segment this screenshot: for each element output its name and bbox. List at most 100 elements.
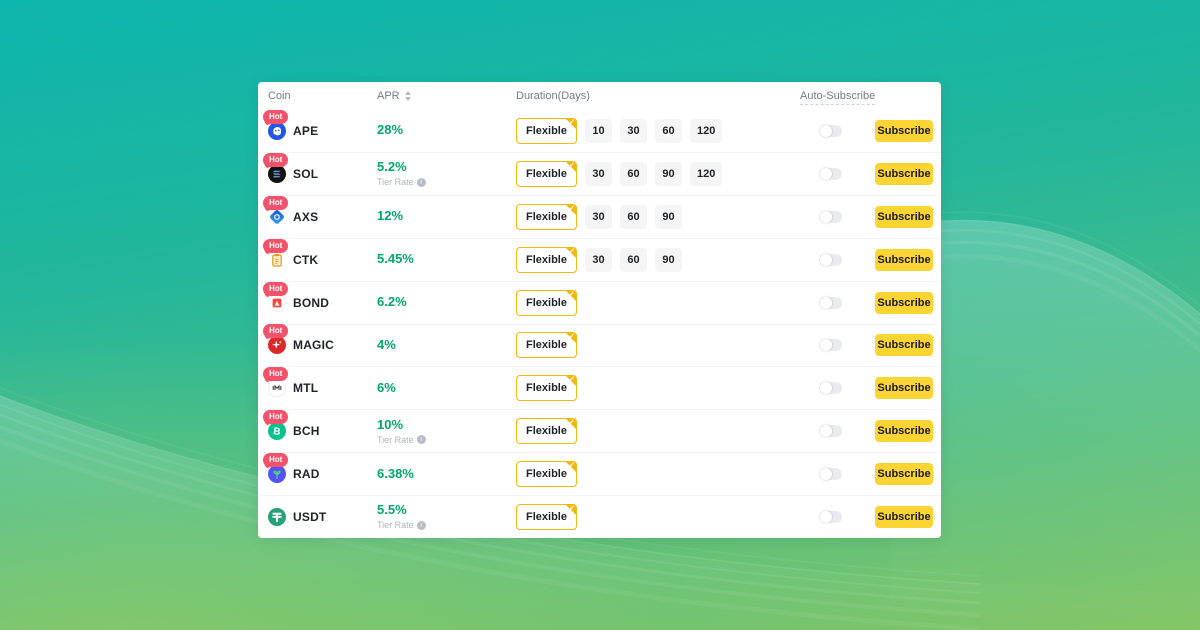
flexible-button[interactable]: Flexible✓ bbox=[516, 332, 577, 358]
flexible-button[interactable]: Flexible✓ bbox=[516, 504, 577, 530]
coin-cell: HotB BCH bbox=[268, 422, 377, 440]
apr-cell: 28% bbox=[377, 123, 516, 138]
duration-chip[interactable]: 60 bbox=[655, 119, 682, 143]
subscribe-button[interactable]: Subscribe bbox=[875, 120, 933, 142]
apr-cell: 5.2%Tier Ratei bbox=[377, 160, 516, 187]
flexible-button[interactable]: Flexible✓ bbox=[516, 204, 577, 230]
apr-cell: 5.45% bbox=[377, 252, 516, 267]
duration-chip[interactable]: 60 bbox=[620, 248, 647, 272]
duration-chip[interactable]: 30 bbox=[585, 162, 612, 186]
hot-badge: Hot bbox=[263, 282, 288, 296]
hot-badge: Hot bbox=[263, 453, 288, 467]
ape-icon: Hot bbox=[268, 122, 286, 140]
check-icon: ✓ bbox=[569, 504, 575, 512]
auto-subscribe-toggle[interactable] bbox=[820, 125, 842, 137]
duration-chip[interactable]: 30 bbox=[620, 119, 647, 143]
ctk-icon: Hot bbox=[268, 251, 286, 269]
apr-cell: 6% bbox=[377, 381, 516, 396]
duration-chip[interactable]: 10 bbox=[585, 119, 612, 143]
hot-badge: Hot bbox=[263, 410, 288, 424]
action-cell: Subscribe bbox=[869, 206, 933, 228]
auto-subscribe-cell bbox=[800, 425, 869, 437]
subscribe-button[interactable]: Subscribe bbox=[875, 163, 933, 185]
coin-cell: Hot RAD bbox=[268, 465, 377, 483]
flexible-button[interactable]: Flexible✓ bbox=[516, 161, 577, 187]
auto-subscribe-toggle[interactable] bbox=[820, 168, 842, 180]
action-cell: Subscribe bbox=[869, 463, 933, 485]
duration-chip[interactable]: 30 bbox=[585, 248, 612, 272]
duration-chip[interactable]: 30 bbox=[585, 205, 612, 229]
auto-subscribe-toggle[interactable] bbox=[820, 254, 842, 266]
coin-cell: Hot AXS bbox=[268, 208, 377, 226]
hot-badge: Hot bbox=[263, 153, 288, 167]
apr-value: 4% bbox=[377, 338, 516, 353]
apr-cell: 12% bbox=[377, 209, 516, 224]
usdt-icon bbox=[268, 508, 286, 526]
coin-cell: Hot BOND bbox=[268, 294, 377, 312]
duration-chip[interactable]: 90 bbox=[655, 248, 682, 272]
subscribe-button[interactable]: Subscribe bbox=[875, 206, 933, 228]
auto-subscribe-toggle[interactable] bbox=[820, 211, 842, 223]
duration-chip[interactable]: 120 bbox=[690, 119, 722, 143]
apr-cell: 4% bbox=[377, 338, 516, 353]
table-rows: Hot APE 28% Flexible✓ 10 30 60 120 Subscrib… bbox=[258, 110, 941, 538]
rad-icon: Hot bbox=[268, 465, 286, 483]
hot-badge: Hot bbox=[263, 196, 288, 210]
auto-subscribe-cell bbox=[800, 125, 869, 137]
duration-cell: Flexible✓ bbox=[516, 375, 800, 401]
auto-subscribe-toggle[interactable] bbox=[820, 339, 842, 351]
table-row: Hot SOL 5.2%Tier Ratei Flexible✓ 30 60 90 1… bbox=[258, 153, 941, 196]
duration-chip[interactable]: 60 bbox=[620, 162, 647, 186]
subscribe-button[interactable]: Subscribe bbox=[875, 292, 933, 314]
apr-value: 5.45% bbox=[377, 252, 516, 267]
duration-cell: Flexible✓ 30 60 90 bbox=[516, 204, 800, 230]
coin-cell: Hot CTK bbox=[268, 251, 377, 269]
flexible-button[interactable]: Flexible✓ bbox=[516, 418, 577, 444]
info-icon[interactable]: i bbox=[417, 178, 426, 187]
duration-cell: Flexible✓ 10 30 60 120 bbox=[516, 118, 800, 144]
coin-label: APE bbox=[293, 124, 318, 138]
sort-icon[interactable] bbox=[405, 91, 411, 101]
flexible-button[interactable]: Flexible✓ bbox=[516, 461, 577, 487]
flexible-button[interactable]: Flexible✓ bbox=[516, 118, 577, 144]
tier-rate-label: Tier Ratei bbox=[377, 435, 516, 445]
info-icon[interactable]: i bbox=[417, 435, 426, 444]
coin-label: SOL bbox=[293, 167, 318, 181]
table-row: Hot AXS 12% Flexible✓ 30 60 90 Subscribe bbox=[258, 196, 941, 239]
subscribe-button[interactable]: Subscribe bbox=[875, 463, 933, 485]
duration-chip[interactable]: 90 bbox=[655, 205, 682, 229]
hot-badge: Hot bbox=[263, 239, 288, 253]
flexible-button[interactable]: Flexible✓ bbox=[516, 375, 577, 401]
auto-subscribe-toggle[interactable] bbox=[820, 511, 842, 523]
duration-chip[interactable]: 60 bbox=[620, 205, 647, 229]
check-icon: ✓ bbox=[569, 375, 575, 383]
info-icon[interactable]: i bbox=[417, 521, 426, 530]
subscribe-button[interactable]: Subscribe bbox=[875, 377, 933, 399]
subscribe-button[interactable]: Subscribe bbox=[875, 334, 933, 356]
check-icon: ✓ bbox=[569, 118, 575, 126]
duration-cell: Flexible✓ 30 60 90 bbox=[516, 247, 800, 273]
coin-cell: USDT bbox=[268, 508, 377, 526]
apr-value: 6.38% bbox=[377, 467, 516, 482]
duration-chip[interactable]: 90 bbox=[655, 162, 682, 186]
subscribe-button[interactable]: Subscribe bbox=[875, 249, 933, 271]
auto-subscribe-cell bbox=[800, 511, 869, 523]
subscribe-button[interactable]: Subscribe bbox=[875, 420, 933, 442]
duration-chip[interactable]: 120 bbox=[690, 162, 722, 186]
apr-value: 6% bbox=[377, 381, 516, 396]
subscribe-button[interactable]: Subscribe bbox=[875, 506, 933, 528]
auto-subscribe-toggle[interactable] bbox=[820, 382, 842, 394]
header-coin: Coin bbox=[268, 90, 377, 102]
action-cell: Subscribe bbox=[869, 292, 933, 314]
auto-subscribe-toggle[interactable] bbox=[820, 297, 842, 309]
coin-label: CTK bbox=[293, 253, 318, 267]
flexible-button[interactable]: Flexible✓ bbox=[516, 290, 577, 316]
auto-subscribe-toggle[interactable] bbox=[820, 425, 842, 437]
coin-label: BCH bbox=[293, 424, 320, 438]
auto-subscribe-toggle[interactable] bbox=[820, 468, 842, 480]
check-icon: ✓ bbox=[569, 161, 575, 169]
coin-label: MAGIC bbox=[293, 338, 334, 352]
header-apr[interactable]: APR bbox=[377, 90, 516, 102]
flexible-button[interactable]: Flexible✓ bbox=[516, 247, 577, 273]
action-cell: Subscribe bbox=[869, 120, 933, 142]
